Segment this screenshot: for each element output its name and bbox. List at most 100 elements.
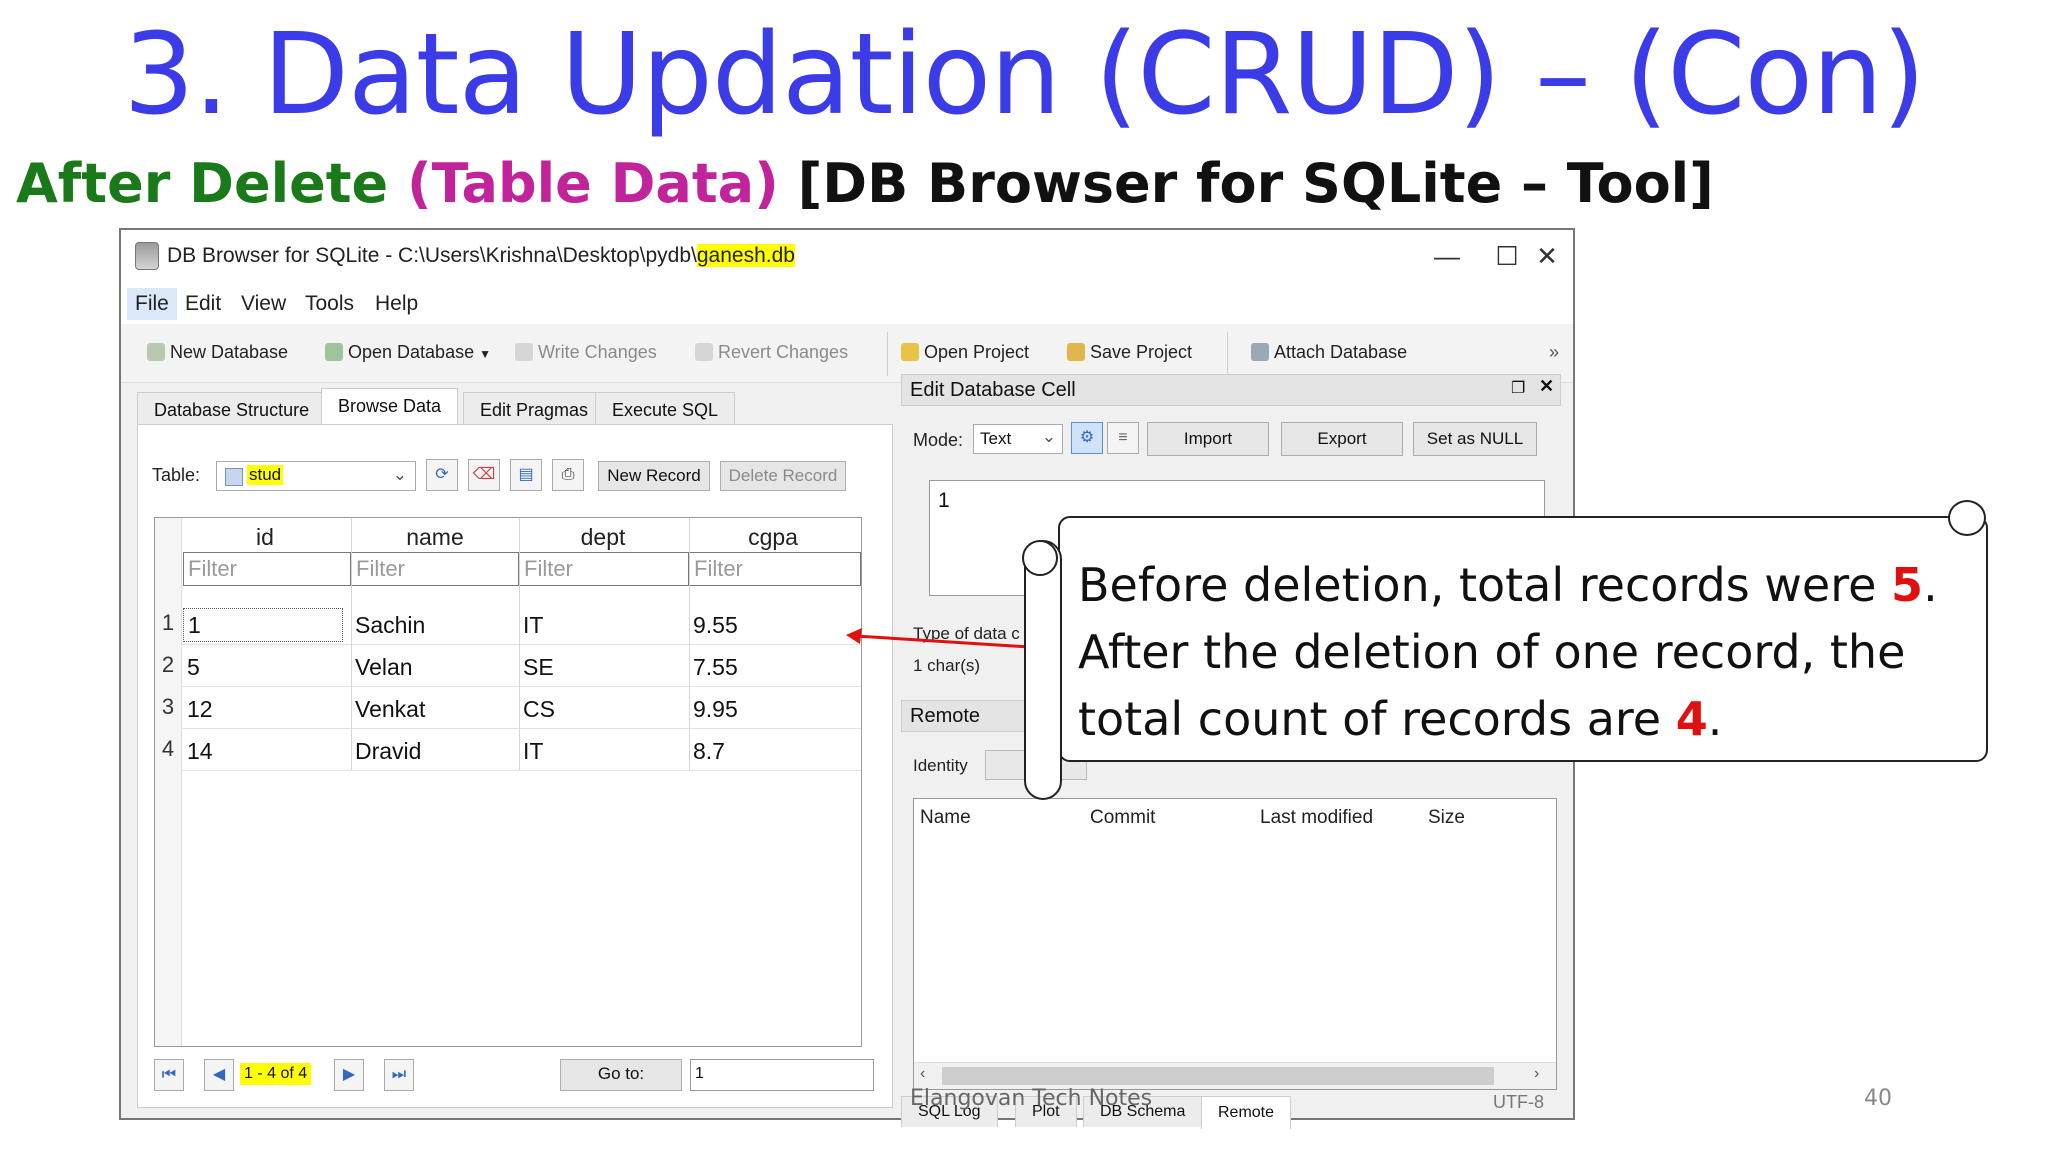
- refresh-button[interactable]: ⟳: [426, 459, 458, 491]
- filter-input-name[interactable]: Filter: [351, 552, 519, 586]
- cell-cgpa[interactable]: 9.55: [689, 612, 738, 639]
- open-project-button[interactable]: Open Project: [901, 342, 1029, 363]
- remote-column-name[interactable]: Name: [920, 807, 971, 829]
- row-number: 4: [161, 736, 175, 761]
- callout-line-1-text: Before deletion, total records were: [1078, 558, 1892, 612]
- menu-tools[interactable]: Tools: [305, 292, 354, 316]
- filter-input-cgpa[interactable]: Filter: [689, 552, 861, 586]
- open-database-button[interactable]: Open Database ▼: [325, 342, 491, 363]
- tab-edit-pragmas[interactable]: Edit Pragmas: [463, 392, 606, 427]
- goto-input[interactable]: 1: [690, 1059, 874, 1091]
- encoding-status: UTF-8: [1493, 1092, 1544, 1112]
- new-database-button[interactable]: New Database: [147, 342, 288, 363]
- cell-dept[interactable]: SE: [519, 654, 554, 681]
- word-wrap-button[interactable]: ≡: [1107, 422, 1139, 454]
- tab-remote[interactable]: Remote: [1201, 1096, 1292, 1129]
- cell-dept[interactable]: CS: [519, 696, 555, 723]
- tab-execute-sql[interactable]: Execute SQL: [595, 392, 736, 427]
- scroll-right-icon[interactable]: ›: [1534, 1065, 1539, 1083]
- edit-cell-header: Edit Database Cell: [901, 374, 1561, 406]
- window-titlebar[interactable]: DB Browser for SQLite - C:\Users\Krishna…: [121, 230, 1573, 284]
- column-header-dept[interactable]: dept: [519, 524, 687, 552]
- cell-cgpa[interactable]: 7.55: [689, 654, 738, 681]
- cell-name[interactable]: Venkat: [351, 696, 425, 723]
- cell-id[interactable]: 12: [183, 696, 213, 723]
- scroll-curl-top: [1022, 540, 1058, 576]
- table-select[interactable]: stud ⌄: [216, 461, 416, 491]
- callout-after-count: 4: [1675, 692, 1708, 746]
- next-page-button[interactable]: ▶: [334, 1059, 364, 1091]
- write-changes-button[interactable]: Write Changes: [515, 342, 657, 363]
- set-as-null-button[interactable]: Set as NULL: [1413, 422, 1537, 456]
- scroll-left-icon[interactable]: ‹: [920, 1065, 925, 1083]
- filter-input-id[interactable]: Filter: [183, 552, 351, 586]
- cell-name[interactable]: Sachin: [351, 612, 425, 639]
- row-number: 2: [161, 652, 175, 677]
- print-button[interactable]: ⎙: [552, 459, 584, 491]
- save-filter-button[interactable]: ▤: [510, 459, 542, 491]
- scrollbar-thumb[interactable]: [942, 1067, 1494, 1085]
- table-icon: [225, 468, 243, 486]
- first-page-button[interactable]: ⏮: [154, 1059, 184, 1091]
- save-project-button[interactable]: Save Project: [1067, 342, 1192, 363]
- goto-button[interactable]: Go to:: [560, 1059, 682, 1091]
- mode-select-value: Text: [980, 429, 1012, 448]
- menu-help[interactable]: Help: [375, 292, 418, 316]
- callout-before-count: 5: [1891, 558, 1924, 612]
- callout-line-3-text: total count of records are: [1078, 692, 1676, 746]
- export-button[interactable]: Export: [1281, 422, 1403, 456]
- column-header-name[interactable]: name: [351, 524, 519, 552]
- callout-line-2: After the deletion of one record, the: [1078, 625, 1906, 679]
- horizontal-scrollbar[interactable]: ‹ ›: [914, 1062, 1556, 1089]
- row-number: 3: [161, 694, 175, 719]
- menu-view[interactable]: View: [241, 292, 286, 316]
- last-page-button[interactable]: ⏭: [384, 1059, 414, 1091]
- browse-data-panel: Table: stud ⌄ ⟳ ⌫ ▤ ⎙ New Record Delete …: [137, 424, 893, 1108]
- column-header-id[interactable]: id: [181, 524, 349, 552]
- revert-changes-button[interactable]: Revert Changes: [695, 342, 848, 363]
- revert-changes-icon: [695, 343, 713, 361]
- delete-record-button[interactable]: Delete Record: [720, 461, 846, 491]
- window-title-path: DB Browser for SQLite - C:\Users\Krishna…: [167, 244, 697, 267]
- row-divider: [181, 644, 861, 645]
- table-select-value: stud: [247, 465, 284, 485]
- cell-dept[interactable]: IT: [519, 738, 543, 765]
- previous-page-button[interactable]: ◀: [204, 1059, 234, 1091]
- footer-credit: Elangovan Tech Notes: [910, 1086, 1153, 1111]
- cell-dept[interactable]: IT: [519, 612, 543, 639]
- menu-edit[interactable]: Edit: [185, 292, 221, 316]
- minimize-button[interactable]: —: [1421, 238, 1473, 274]
- cell-id[interactable]: 14: [183, 738, 213, 765]
- cell-name[interactable]: Dravid: [351, 738, 421, 765]
- identity-label: Identity: [913, 756, 968, 775]
- column-divider: [519, 518, 520, 770]
- tab-database-structure[interactable]: Database Structure: [137, 392, 327, 427]
- cell-cgpa[interactable]: 9.95: [689, 696, 738, 723]
- cell-id[interactable]: 5: [183, 654, 200, 681]
- chevron-down-icon: ⌄: [392, 465, 407, 484]
- mode-select[interactable]: Text ⌄: [973, 424, 1063, 454]
- cell-name[interactable]: Velan: [351, 654, 413, 681]
- cell-cgpa[interactable]: 8.7: [689, 738, 725, 765]
- save-project-label: Save Project: [1090, 342, 1193, 362]
- clear-filters-button[interactable]: ⌫: [468, 459, 500, 491]
- close-icon[interactable]: ✕: [1539, 376, 1554, 397]
- import-button[interactable]: Import: [1147, 422, 1269, 456]
- filter-input-dept[interactable]: Filter: [519, 552, 689, 586]
- remote-column-size[interactable]: Size: [1428, 807, 1465, 829]
- tab-browse-data[interactable]: Browse Data: [321, 388, 459, 427]
- close-button[interactable]: ✕: [1521, 238, 1573, 274]
- menu-file[interactable]: File: [127, 288, 177, 320]
- new-record-button[interactable]: New Record: [598, 461, 710, 491]
- remote-column-commit[interactable]: Commit: [1090, 807, 1155, 829]
- column-header-cgpa[interactable]: cgpa: [689, 524, 857, 552]
- cell-id[interactable]: 1: [183, 608, 343, 642]
- callout-line-1-end: .: [1923, 558, 1938, 612]
- remote-column-last-modified[interactable]: Last modified: [1260, 807, 1373, 829]
- attach-database-button[interactable]: Attach Database: [1251, 342, 1407, 363]
- revert-changes-label: Revert Changes: [718, 342, 849, 362]
- auto-switch-button[interactable]: ⚙: [1071, 422, 1103, 454]
- undock-icon[interactable]: ❐: [1511, 378, 1525, 398]
- toolbar-overflow-button[interactable]: »: [1549, 342, 1559, 363]
- toolbar-separator: [887, 332, 888, 376]
